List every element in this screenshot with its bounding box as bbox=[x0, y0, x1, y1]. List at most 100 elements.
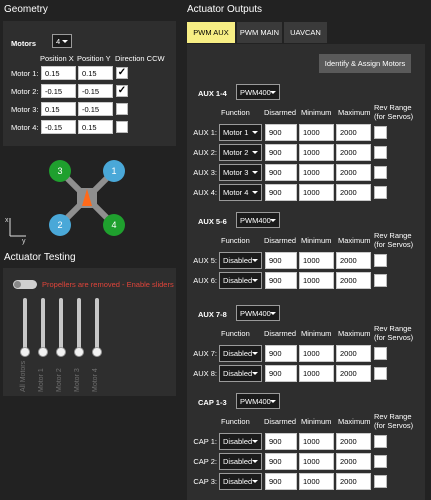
disarmed-input[interactable]: 900 bbox=[265, 124, 297, 141]
minimum-input[interactable]: 1000 bbox=[299, 124, 334, 141]
disarmed-input[interactable]: 900 bbox=[265, 252, 297, 269]
rev-range-checkbox[interactable] bbox=[374, 455, 387, 468]
rev-range-checkbox[interactable] bbox=[374, 435, 387, 448]
minimum-input[interactable]: 1000 bbox=[299, 453, 334, 470]
function-select[interactable]: Disabled bbox=[219, 252, 262, 269]
function-select[interactable]: Motor 3 bbox=[219, 164, 262, 181]
disarmed-input[interactable]: 900 bbox=[265, 473, 297, 490]
function-select[interactable]: Disabled bbox=[219, 272, 262, 289]
tab-pwm-aux[interactable]: PWM AUX bbox=[187, 22, 235, 43]
output-row-label: AUX 2: bbox=[193, 148, 217, 157]
maximum-input[interactable]: 2000 bbox=[336, 184, 371, 201]
slider-track[interactable] bbox=[23, 298, 27, 350]
output-row-label: AUX 6: bbox=[193, 276, 217, 285]
slider-track[interactable] bbox=[95, 298, 99, 350]
motor-2-prop: 2 bbox=[49, 214, 71, 236]
disarmed-input[interactable]: 900 bbox=[265, 164, 297, 181]
tab-pwm-main[interactable]: PWM MAIN bbox=[237, 22, 282, 43]
rev-range-checkbox[interactable] bbox=[374, 347, 387, 360]
maximum-input[interactable]: 2000 bbox=[336, 345, 371, 362]
tab-uavcan[interactable]: UAVCAN bbox=[284, 22, 327, 43]
maximum-input[interactable]: 2000 bbox=[336, 433, 371, 450]
function-select[interactable]: Disabled bbox=[219, 453, 262, 470]
motor-position-y-input[interactable]: 0.15 bbox=[78, 120, 113, 134]
motor-position-x-input[interactable]: 0.15 bbox=[41, 102, 76, 116]
disarmed-input[interactable]: 900 bbox=[265, 272, 297, 289]
direction-ccw-checkbox[interactable]: ✓ bbox=[116, 85, 128, 97]
disarmed-input[interactable]: 900 bbox=[265, 365, 297, 382]
rev-range-checkbox[interactable] bbox=[374, 274, 387, 287]
minimum-input[interactable]: 1000 bbox=[299, 272, 334, 289]
motor-3-prop: 3 bbox=[49, 160, 71, 182]
slider-knob[interactable] bbox=[38, 347, 48, 357]
col-function: Function bbox=[221, 108, 250, 117]
rev-range-checkbox[interactable] bbox=[374, 186, 387, 199]
function-select[interactable]: Disabled bbox=[219, 345, 262, 362]
maximum-input[interactable]: 2000 bbox=[336, 453, 371, 470]
disarmed-input[interactable]: 900 bbox=[265, 345, 297, 362]
minimum-input[interactable]: 1000 bbox=[299, 144, 334, 161]
rev-range-checkbox[interactable] bbox=[374, 146, 387, 159]
rev-range-checkbox[interactable] bbox=[374, 166, 387, 179]
minimum-input[interactable]: 1000 bbox=[299, 365, 334, 382]
motor-position-x-input[interactable]: -0.15 bbox=[41, 84, 76, 98]
direction-ccw-checkbox[interactable] bbox=[116, 121, 128, 133]
function-select[interactable]: Disabled bbox=[219, 365, 262, 382]
motor-2-number: 2 bbox=[57, 220, 62, 230]
disarmed-input[interactable]: 900 bbox=[265, 184, 297, 201]
direction-ccw-checkbox[interactable]: ✓ bbox=[116, 67, 128, 79]
minimum-input[interactable]: 1000 bbox=[299, 433, 334, 450]
rev-range-checkbox[interactable] bbox=[374, 367, 387, 380]
protocol-select[interactable]: PWM400 bbox=[236, 393, 280, 409]
maximum-input[interactable]: 2000 bbox=[336, 272, 371, 289]
output-row-label: CAP 2: bbox=[193, 457, 217, 466]
disarmed-input[interactable]: 900 bbox=[265, 144, 297, 161]
motor-position-y-input[interactable]: -0.15 bbox=[78, 102, 113, 116]
protocol-select[interactable]: PWM400 bbox=[236, 305, 280, 321]
slider-knob[interactable] bbox=[92, 347, 102, 357]
maximum-input[interactable]: 2000 bbox=[336, 144, 371, 161]
protocol-select[interactable]: PWM400 bbox=[236, 84, 280, 100]
protocol-select[interactable]: PWM400 bbox=[236, 212, 280, 228]
minimum-input[interactable]: 1000 bbox=[299, 345, 334, 362]
rev-range-checkbox[interactable] bbox=[374, 475, 387, 488]
minimum-input[interactable]: 1000 bbox=[299, 184, 334, 201]
function-select[interactable]: Motor 4 bbox=[219, 184, 262, 201]
rev-range-checkbox[interactable] bbox=[374, 126, 387, 139]
motor-position-x-input[interactable]: 0.15 bbox=[41, 66, 76, 80]
function-select[interactable]: Motor 2 bbox=[219, 144, 262, 161]
slider-track[interactable] bbox=[59, 298, 63, 350]
output-row-label: AUX 5: bbox=[193, 256, 217, 265]
enable-sliders-toggle[interactable] bbox=[13, 280, 37, 289]
motor-row-label: Motor 2: bbox=[11, 87, 39, 96]
minimum-input[interactable]: 1000 bbox=[299, 473, 334, 490]
slider-knob[interactable] bbox=[74, 347, 84, 357]
motor-position-y-input[interactable]: 0.15 bbox=[78, 66, 113, 80]
protocol-select-value: PWM400 bbox=[240, 216, 271, 225]
motors-count-select[interactable]: 4 bbox=[52, 34, 72, 48]
function-select[interactable]: Motor 1 bbox=[219, 124, 262, 141]
maximum-input[interactable]: 2000 bbox=[336, 365, 371, 382]
identify-assign-motors-button[interactable]: Identify & Assign Motors bbox=[319, 54, 411, 73]
direction-ccw-checkbox[interactable] bbox=[116, 103, 128, 115]
disarmed-input[interactable]: 900 bbox=[265, 453, 297, 470]
chevron-down-icon bbox=[252, 352, 258, 355]
col-position-x: Position X bbox=[40, 54, 74, 63]
minimum-input[interactable]: 1000 bbox=[299, 164, 334, 181]
maximum-input[interactable]: 2000 bbox=[336, 473, 371, 490]
slider-knob[interactable] bbox=[20, 347, 30, 357]
minimum-input[interactable]: 1000 bbox=[299, 252, 334, 269]
motor-position-x-input[interactable]: -0.15 bbox=[41, 120, 76, 134]
disarmed-input[interactable]: 900 bbox=[265, 433, 297, 450]
maximum-input[interactable]: 2000 bbox=[336, 124, 371, 141]
function-select[interactable]: Disabled bbox=[219, 473, 262, 490]
slider-knob[interactable] bbox=[56, 347, 66, 357]
slider-track[interactable] bbox=[77, 298, 81, 350]
col-direction-ccw: Direction CCW bbox=[115, 54, 165, 63]
maximum-input[interactable]: 2000 bbox=[336, 252, 371, 269]
function-select[interactable]: Disabled bbox=[219, 433, 262, 450]
rev-range-checkbox[interactable] bbox=[374, 254, 387, 267]
slider-track[interactable] bbox=[41, 298, 45, 350]
motor-position-y-input[interactable]: -0.15 bbox=[78, 84, 113, 98]
maximum-input[interactable]: 2000 bbox=[336, 164, 371, 181]
